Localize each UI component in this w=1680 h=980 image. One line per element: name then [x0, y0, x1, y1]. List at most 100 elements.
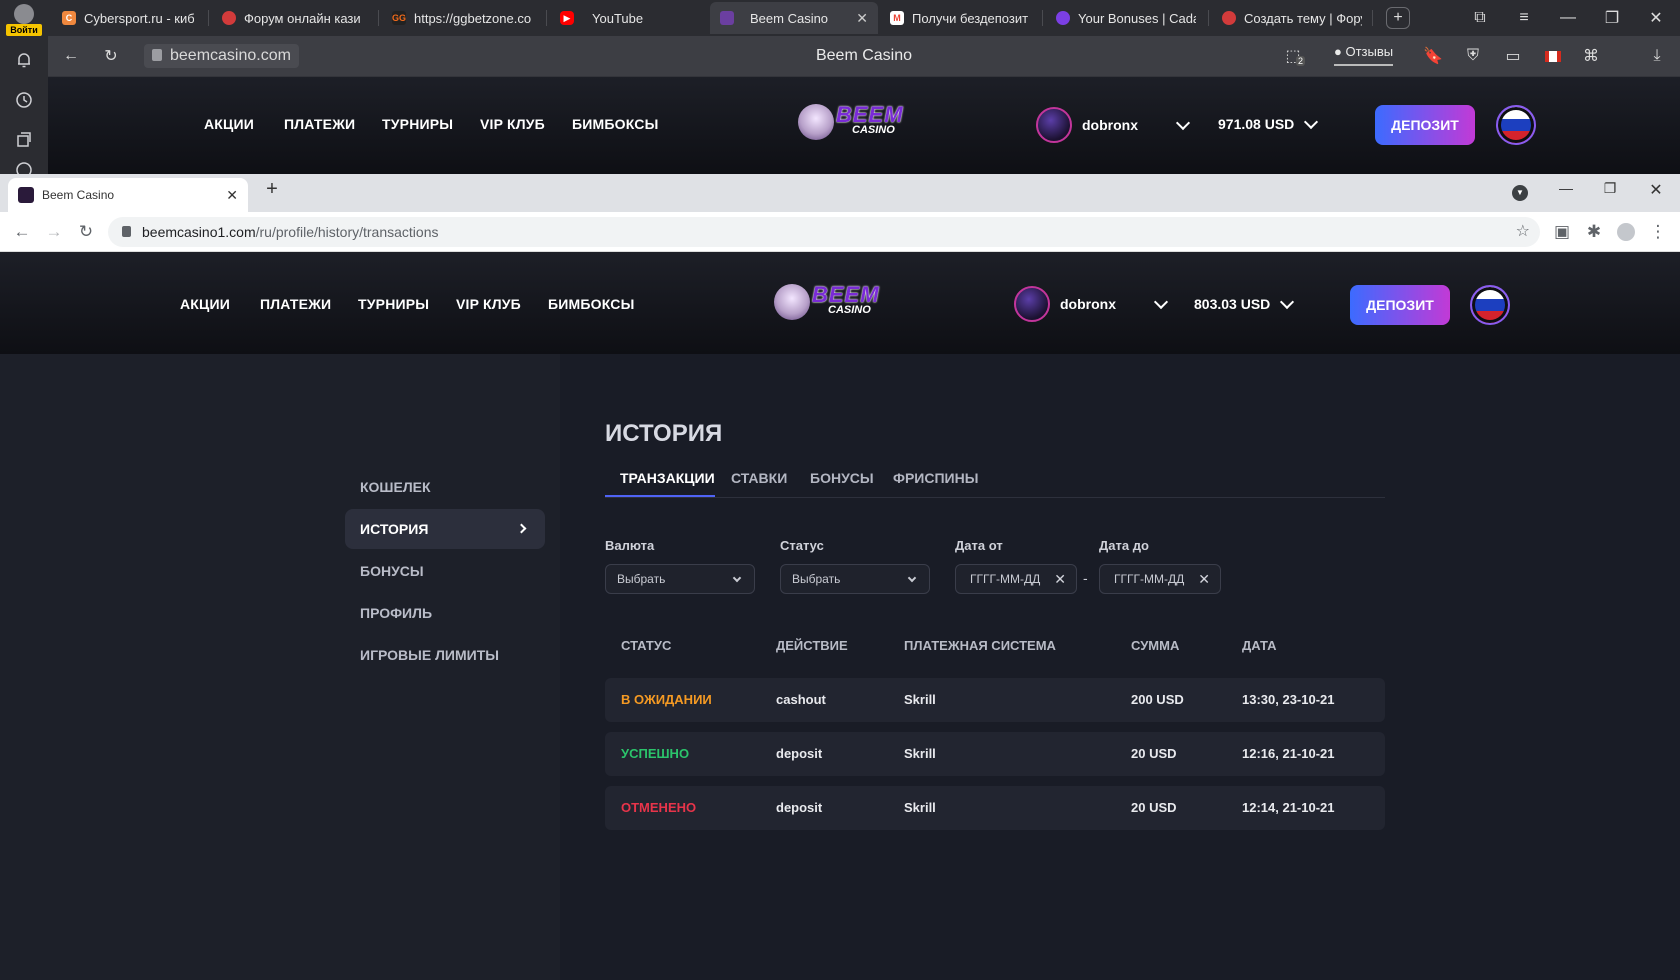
extensions-puzzle-icon[interactable]: ✱ — [1582, 220, 1606, 244]
opera-tab-youtube[interactable]: ▶ YouTube — [550, 2, 700, 34]
beem-icon — [720, 11, 734, 25]
table-row: ОТМЕНЕНО deposit Skrill 20 USD 12:14, 21… — [605, 786, 1385, 830]
nav-payments[interactable]: ПЛАТЕЖИ — [260, 296, 331, 312]
opera-tab-ggbet[interactable]: GG https://ggbetzone.co — [382, 2, 542, 34]
reviews-button[interactable]: ● Отзывы — [1334, 44, 1394, 66]
casino-chip-icon — [222, 11, 236, 25]
casino-chip-icon — [1222, 11, 1236, 25]
nav-payments[interactable]: ПЛАТЕЖИ — [284, 116, 355, 132]
chrome-tab-beem[interactable]: Beem Casino ✕ — [8, 178, 248, 212]
beem-casino-logo[interactable]: BEEM CASINO — [798, 102, 928, 142]
sidebar-item-history[interactable]: ИСТОРИЯ — [345, 509, 545, 549]
opera-tab-cybersport[interactable]: C Cybersport.ru - кибе — [52, 2, 204, 34]
opera-sidebar — [0, 36, 48, 178]
logo-mascot-icon — [774, 284, 810, 320]
balance-menu[interactable]: 803.03 USD — [1194, 294, 1295, 312]
user-menu[interactable]: dobronx — [1014, 286, 1169, 322]
beem-casino-logo[interactable]: BEEM CASINO — [774, 282, 904, 322]
sidebar-item-profile[interactable]: ПРОФИЛЬ — [345, 593, 545, 633]
russia-flag-icon[interactable] — [1496, 105, 1536, 145]
snap-tabs-icon[interactable]: ⧉ — [1458, 0, 1502, 36]
minimize-icon[interactable]: — — [1554, 180, 1578, 204]
tv-icon[interactable]: ▭ — [1500, 44, 1526, 68]
restore-icon[interactable]: ❐ — [1598, 180, 1622, 204]
tab-transactions[interactable]: ТРАНЗАКЦИИ — [620, 470, 715, 486]
clear-icon[interactable]: ✕ — [1198, 565, 1210, 593]
nav-vip-club[interactable]: VIP КЛУБ — [480, 116, 545, 132]
date-cell: 12:14, 21-10-21 — [1242, 800, 1335, 815]
date-cell: 13:30, 23-10-21 — [1242, 692, 1335, 707]
chevron-down-icon — [1175, 115, 1191, 131]
opera-tab-create-topic[interactable]: Создать тему | Фору — [1212, 2, 1372, 34]
easy-setup-icon[interactable]: ≡ — [1502, 0, 1546, 36]
close-window-icon[interactable]: ✕ — [1634, 0, 1678, 36]
chrome-url-field[interactable]: beemcasino1.com/ru/profile/history/trans… — [108, 217, 1540, 247]
status-badge: ОТМЕНЕНО — [621, 800, 697, 815]
date-from-input[interactable]: ГГГГ-ММ-ДД ✕ — [955, 564, 1077, 594]
currency-select[interactable]: Выбрать — [605, 564, 755, 594]
sidebar-item-wallet[interactable]: КОШЕЛЕК — [345, 467, 545, 507]
menu-kebab-icon[interactable]: ⋮ — [1646, 220, 1670, 244]
balance-menu[interactable]: 971.08 USD — [1218, 114, 1319, 132]
opera-url-field[interactable]: beemcasino.com — [144, 44, 299, 68]
new-tab-button[interactable]: + — [1386, 7, 1410, 29]
logo-mascot-icon — [798, 104, 834, 140]
deposit-button[interactable]: ДЕПОЗИТ — [1375, 105, 1475, 145]
deposit-button[interactable]: ДЕПОЗИТ — [1350, 285, 1450, 325]
status-badge: В ОЖИДАНИИ — [621, 692, 712, 707]
status-select[interactable]: Выбрать — [780, 564, 930, 594]
minimize-icon[interactable]: — — [1546, 0, 1590, 36]
tab-freespins[interactable]: ФРИСПИНЫ — [893, 470, 978, 486]
action-cell: cashout — [776, 692, 826, 707]
vpn-flag-icon[interactable] — [1540, 44, 1566, 68]
close-tab-icon[interactable]: ✕ — [226, 187, 238, 204]
profile-sidebar: КОШЕЛЕК ИСТОРИЯ БОНУСЫ ПРОФИЛЬ ИГРОВЫЕ Л… — [0, 354, 560, 980]
star-icon[interactable]: ☆ — [1516, 217, 1530, 247]
opera-tab-gmail[interactable]: M Получи бездепозит — [880, 2, 1040, 34]
clear-icon[interactable]: ✕ — [1054, 565, 1066, 593]
nav-promotions[interactable]: АКЦИИ — [180, 296, 230, 312]
chevron-down-icon — [1304, 114, 1319, 130]
adblock-shield-icon[interactable]: ⛨ — [1460, 44, 1486, 68]
nav-beemboxes[interactable]: БИМБОКСЫ — [572, 116, 659, 132]
date-to-input[interactable]: ГГГГ-ММ-ДД ✕ — [1099, 564, 1221, 594]
tab-bonuses[interactable]: БОНУСЫ — [810, 470, 874, 486]
date-range-separator: - — [1083, 570, 1088, 586]
opera-tab-forum[interactable]: Форум онлайн кази — [212, 2, 372, 34]
profile-button[interactable]: Войти — [6, 2, 42, 36]
opera-tab-cadabra[interactable]: Your Bonuses | Cada — [1046, 2, 1206, 34]
status-filter-label: Статус — [780, 538, 824, 553]
bell-icon[interactable] — [12, 48, 36, 72]
reload-icon[interactable]: ↻ — [74, 220, 98, 244]
back-icon[interactable]: ← — [58, 44, 84, 68]
download-icon[interactable]: ⤓ — [1644, 44, 1670, 68]
action-cell: deposit — [776, 800, 823, 815]
nav-beemboxes[interactable]: БИМБОКСЫ — [548, 296, 635, 312]
table-row: В ОЖИДАНИИ cashout Skrill 200 USD 13:30,… — [605, 678, 1385, 722]
user-menu[interactable]: dobronx — [1036, 107, 1191, 143]
nav-tournaments[interactable]: ТУРНИРЫ — [358, 296, 429, 312]
history-clock-icon[interactable] — [12, 88, 36, 112]
new-tab-button[interactable]: + — [260, 178, 284, 206]
nav-tournaments[interactable]: ТУРНИРЫ — [382, 116, 453, 132]
forward-icon[interactable]: → — [42, 220, 66, 244]
nav-vip-club[interactable]: VIP КЛУБ — [456, 296, 521, 312]
translate-icon[interactable]: ⌘ — [1578, 44, 1604, 68]
opera-tab-beem[interactable]: Beem Casino ✕ — [710, 2, 878, 34]
close-tab-icon[interactable]: ✕ — [856, 10, 868, 27]
tab-search-icon[interactable]: ▼ — [1512, 185, 1528, 201]
notification-count: 2 — [1296, 56, 1306, 66]
sidebar-item-bonuses[interactable]: БОНУСЫ — [345, 551, 545, 591]
tabs-icon[interactable] — [12, 128, 36, 152]
nav-promotions[interactable]: АКЦИИ — [204, 116, 254, 132]
reload-icon[interactable]: ↻ — [98, 44, 124, 68]
extension-sheet-icon[interactable]: ▣ — [1550, 220, 1574, 244]
restore-icon[interactable]: ❐ — [1590, 0, 1634, 36]
profile-icon[interactable] — [1614, 220, 1638, 244]
close-window-icon[interactable]: ✕ — [1644, 180, 1668, 204]
sidebar-item-game-limits[interactable]: ИГРОВЫЕ ЛИМИТЫ — [345, 635, 545, 675]
back-icon[interactable]: ← — [10, 220, 34, 244]
bookmark-icon[interactable]: 🔖 — [1420, 44, 1446, 68]
russia-flag-icon[interactable] — [1470, 285, 1510, 325]
tab-bets[interactable]: СТАВКИ — [731, 470, 787, 486]
